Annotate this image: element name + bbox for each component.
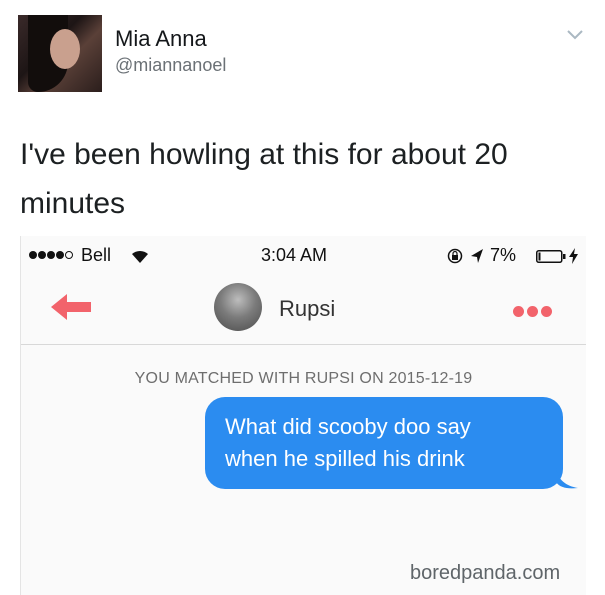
tweet-text-line: minutes	[20, 187, 126, 220]
chat-header: Rupsi	[21, 274, 586, 345]
contact-avatar[interactable]	[214, 283, 262, 331]
location-arrow-icon	[471, 249, 483, 263]
battery-icon	[536, 250, 566, 263]
carrier-label: Bell	[81, 245, 112, 265]
status-time: 3:04 AM	[261, 245, 328, 265]
match-notice: YOU MATCHED WITH RUPSI ON 2015-12-19	[134, 370, 473, 387]
message-line: What did scooby doo say	[225, 414, 471, 439]
chat-screenshot: Bell 3:04 AM 7% Rupsi YOU MATCHED WITH R…	[20, 236, 586, 595]
rotation-lock-icon	[447, 248, 463, 264]
battery-percent: 7%	[490, 245, 517, 265]
tweet-text-line: I've been howling at this for about 20	[20, 138, 508, 171]
tweet-handle[interactable]: @miannanoel	[115, 55, 226, 76]
tweet-display-name[interactable]: Mia Anna	[115, 26, 207, 52]
more-options-icon[interactable]	[513, 304, 555, 322]
tweet-avatar[interactable]	[18, 15, 102, 92]
tweet-text: I've been howling at this for about 20 m…	[20, 130, 580, 228]
avatar-face	[50, 29, 80, 69]
charging-bolt-icon	[569, 248, 578, 264]
bubble-tail	[556, 468, 578, 489]
back-arrow-icon[interactable]	[51, 292, 93, 322]
status-bar: Bell 3:04 AM 7%	[21, 236, 586, 274]
chevron-down-icon[interactable]	[566, 29, 584, 41]
outgoing-message-bubble: What did scooby doo say when he spilled …	[205, 397, 563, 489]
message-line: when he spilled his drink	[225, 446, 465, 471]
wifi-icon	[132, 250, 148, 263]
signal-dots-icon	[29, 251, 74, 272]
contact-name[interactable]: Rupsi	[279, 296, 335, 322]
watermark-text: boredpanda.com	[410, 562, 561, 584]
